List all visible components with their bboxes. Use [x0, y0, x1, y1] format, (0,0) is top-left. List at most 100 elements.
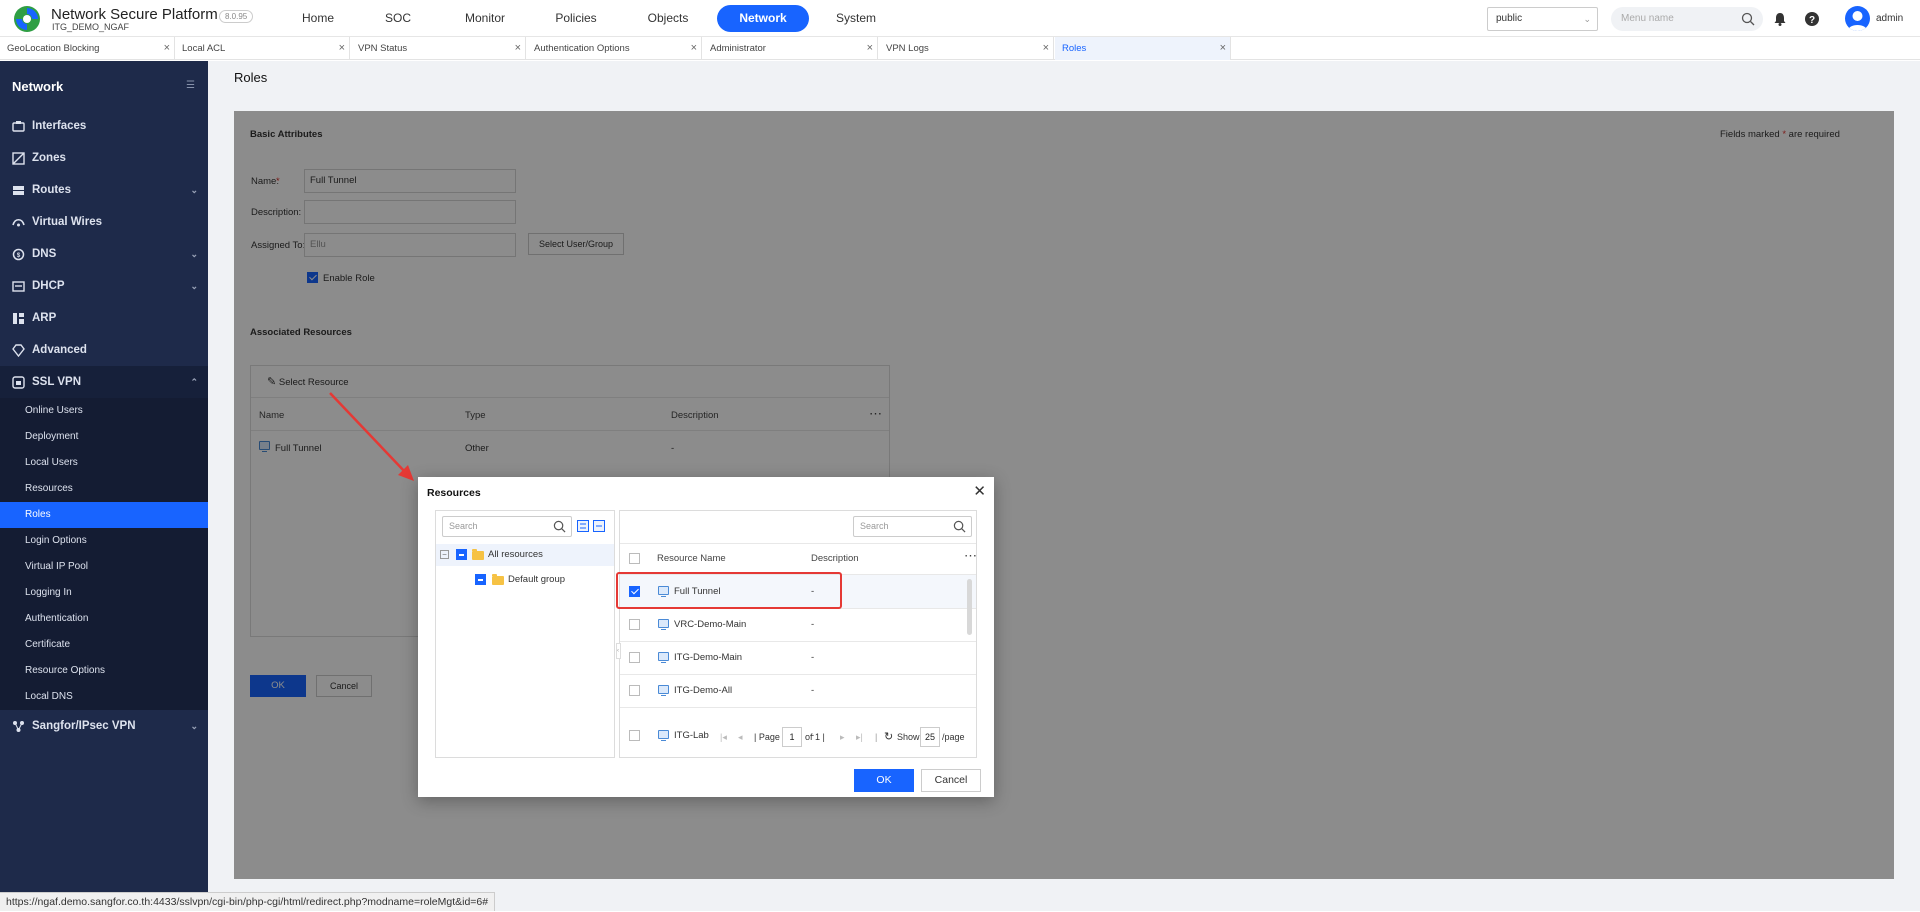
page-size-input[interactable]: 25 — [920, 727, 940, 747]
resource-list-panel: Search Resource Name Description ⋯ Full … — [616, 510, 977, 758]
sidebar-item-label: Advanced — [32, 344, 87, 356]
row-checkbox[interactable] — [629, 619, 640, 630]
collapse-sidebar-icon[interactable]: ☰ — [186, 80, 195, 91]
sidebar-sub-deployment[interactable]: Deployment — [0, 424, 208, 450]
sidebar-item-virtual-wires[interactable]: Virtual Wires — [0, 206, 208, 238]
sidebar-sub-login-options[interactable]: Login Options — [0, 528, 208, 554]
sidebar-item-ssl-vpn[interactable]: SSL VPN ⌃ — [0, 366, 208, 398]
chevron-up-icon: ⌃ — [190, 377, 198, 387]
sidebar-sub-resource-options[interactable]: Resource Options — [0, 658, 208, 684]
tab-geolocation-blocking[interactable]: GeoLocation Blocking × — [0, 37, 175, 60]
expand-all-icon[interactable] — [577, 520, 589, 532]
sidebar: Network ☰ Interfaces Zones Routes ⌄ Virt… — [0, 61, 208, 911]
sidebar-item-zones[interactable]: Zones — [0, 142, 208, 174]
sidebar-sub-online-users[interactable]: Online Users — [0, 398, 208, 424]
sidebar-item-dhcp[interactable]: DHCP ⌄ — [0, 270, 208, 302]
sidebar-sub-logging-in[interactable]: Logging In — [0, 580, 208, 606]
close-icon[interactable]: ✕ — [973, 482, 986, 500]
nav-system[interactable]: System — [826, 5, 886, 32]
search-icon[interactable] — [1741, 12, 1755, 26]
more-columns-icon[interactable]: ⋯ — [964, 548, 977, 564]
close-icon[interactable]: × — [691, 37, 697, 60]
list-item[interactable]: ITG-Demo-Main - — [620, 642, 976, 674]
tab-roles[interactable]: Roles × — [1055, 37, 1231, 60]
tab-authentication-options[interactable]: Authentication Options × — [527, 37, 702, 60]
nav-soc[interactable]: SOC — [374, 5, 422, 32]
select-all-checkbox[interactable] — [629, 553, 640, 564]
resource-description: - — [811, 652, 815, 663]
zone-select-value: public — [1496, 13, 1523, 24]
avatar-icon — [1848, 11, 1867, 31]
dialog-cancel-button[interactable]: Cancel — [921, 769, 981, 792]
resource-search-input[interactable]: Search — [853, 516, 972, 537]
row-checkbox[interactable] — [629, 652, 640, 663]
close-icon[interactable]: × — [1043, 37, 1049, 60]
row-checkbox[interactable] — [629, 730, 640, 741]
sidebar-sub-virtual-ip-pool[interactable]: Virtual IP Pool — [0, 554, 208, 580]
nav-objects[interactable]: Objects — [638, 5, 698, 32]
tab-administrator[interactable]: Administrator × — [703, 37, 878, 60]
sidebar-sub-certificate[interactable]: Certificate — [0, 632, 208, 658]
help-icon[interactable]: ? — [1804, 11, 1820, 27]
list-item[interactable]: VRC-Demo-Main - — [620, 609, 976, 641]
sidebar-item-routes[interactable]: Routes ⌄ — [0, 174, 208, 206]
tree-node-all-resources[interactable]: − All resources — [436, 544, 614, 566]
close-icon[interactable]: × — [867, 37, 873, 60]
collapse-all-icon[interactable] — [593, 520, 605, 532]
close-icon[interactable]: × — [515, 37, 521, 60]
search-icon[interactable] — [553, 520, 566, 533]
sidebar-sub-local-users[interactable]: Local Users — [0, 450, 208, 476]
sidebar-item-arp[interactable]: ARP — [0, 302, 208, 334]
list-item[interactable]: ITG-Demo-All - — [620, 675, 976, 707]
sidebar-sub-authentication[interactable]: Authentication — [0, 606, 208, 632]
status-bar-url: https://ngaf.demo.sangfor.co.th:4433/ssl… — [0, 892, 496, 911]
row-checkbox[interactable] — [629, 685, 640, 696]
nav-policies[interactable]: Policies — [546, 5, 606, 32]
zone-select[interactable]: public ⌄ — [1487, 7, 1598, 31]
nav-monitor[interactable]: Monitor — [455, 5, 515, 32]
panel-splitter-handle[interactable]: ‹ — [616, 643, 621, 659]
tab-vpn-logs[interactable]: VPN Logs × — [879, 37, 1054, 60]
menu-search-input[interactable]: Menu name — [1611, 7, 1763, 31]
next-page-icon[interactable]: ▸ — [840, 732, 845, 743]
nav-network[interactable]: Network — [717, 5, 809, 32]
resource-search-placeholder: Search — [860, 521, 889, 531]
tree-checkbox[interactable] — [456, 549, 467, 560]
prev-page-icon[interactable]: ◂ — [738, 732, 743, 743]
user-name[interactable]: admin — [1876, 13, 1903, 24]
tree-search-input[interactable]: Search — [442, 516, 572, 537]
first-page-icon[interactable]: |◂ — [720, 732, 727, 743]
bell-icon[interactable] — [1772, 11, 1788, 27]
column-resource-name[interactable]: Resource Name — [657, 553, 726, 564]
sidebar-sub-roles[interactable]: Roles — [0, 502, 208, 528]
sidebar-sub-resources[interactable]: Resources — [0, 476, 208, 502]
sidebar-sub-local-dns[interactable]: Local DNS — [0, 684, 208, 710]
close-icon[interactable]: × — [339, 37, 345, 60]
resource-name: ITG-Lab — [674, 730, 709, 741]
sidebar-item-dns[interactable]: $ DNS ⌄ — [0, 238, 208, 270]
sidebar-item-interfaces[interactable]: Interfaces — [0, 110, 208, 142]
collapse-node-icon[interactable]: − — [440, 550, 449, 559]
page-number-input[interactable]: 1 — [782, 727, 802, 747]
tree-node-default-group[interactable]: Default group — [436, 569, 614, 591]
nav-home[interactable]: Home — [294, 5, 342, 32]
search-icon[interactable] — [953, 520, 966, 533]
sangfor-logo-icon[interactable] — [12, 4, 42, 34]
sidebar-item-label: DNS — [32, 248, 57, 260]
scrollbar[interactable] — [967, 579, 972, 635]
tab-vpn-status[interactable]: VPN Status × — [351, 37, 526, 60]
tab-local-acl[interactable]: Local ACL × — [175, 37, 350, 60]
tree-checkbox[interactable] — [475, 574, 486, 585]
last-page-icon[interactable]: ▸| — [856, 732, 863, 743]
avatar[interactable] — [1845, 6, 1870, 31]
close-icon[interactable]: × — [164, 37, 170, 60]
annotation-highlight-box — [616, 572, 842, 609]
sidebar-item-sangfor-ipsec-vpn[interactable]: Sangfor/IPsec VPN ⌄ — [0, 710, 208, 742]
close-icon[interactable]: × — [1220, 37, 1226, 60]
sidebar-item-label: ARP — [32, 312, 57, 324]
tab-label: Local ACL — [182, 43, 226, 54]
dialog-ok-button[interactable]: OK — [854, 769, 914, 792]
refresh-icon[interactable]: ↻ — [884, 730, 893, 743]
column-description[interactable]: Description — [811, 553, 859, 564]
sidebar-item-advanced[interactable]: Advanced — [0, 334, 208, 366]
